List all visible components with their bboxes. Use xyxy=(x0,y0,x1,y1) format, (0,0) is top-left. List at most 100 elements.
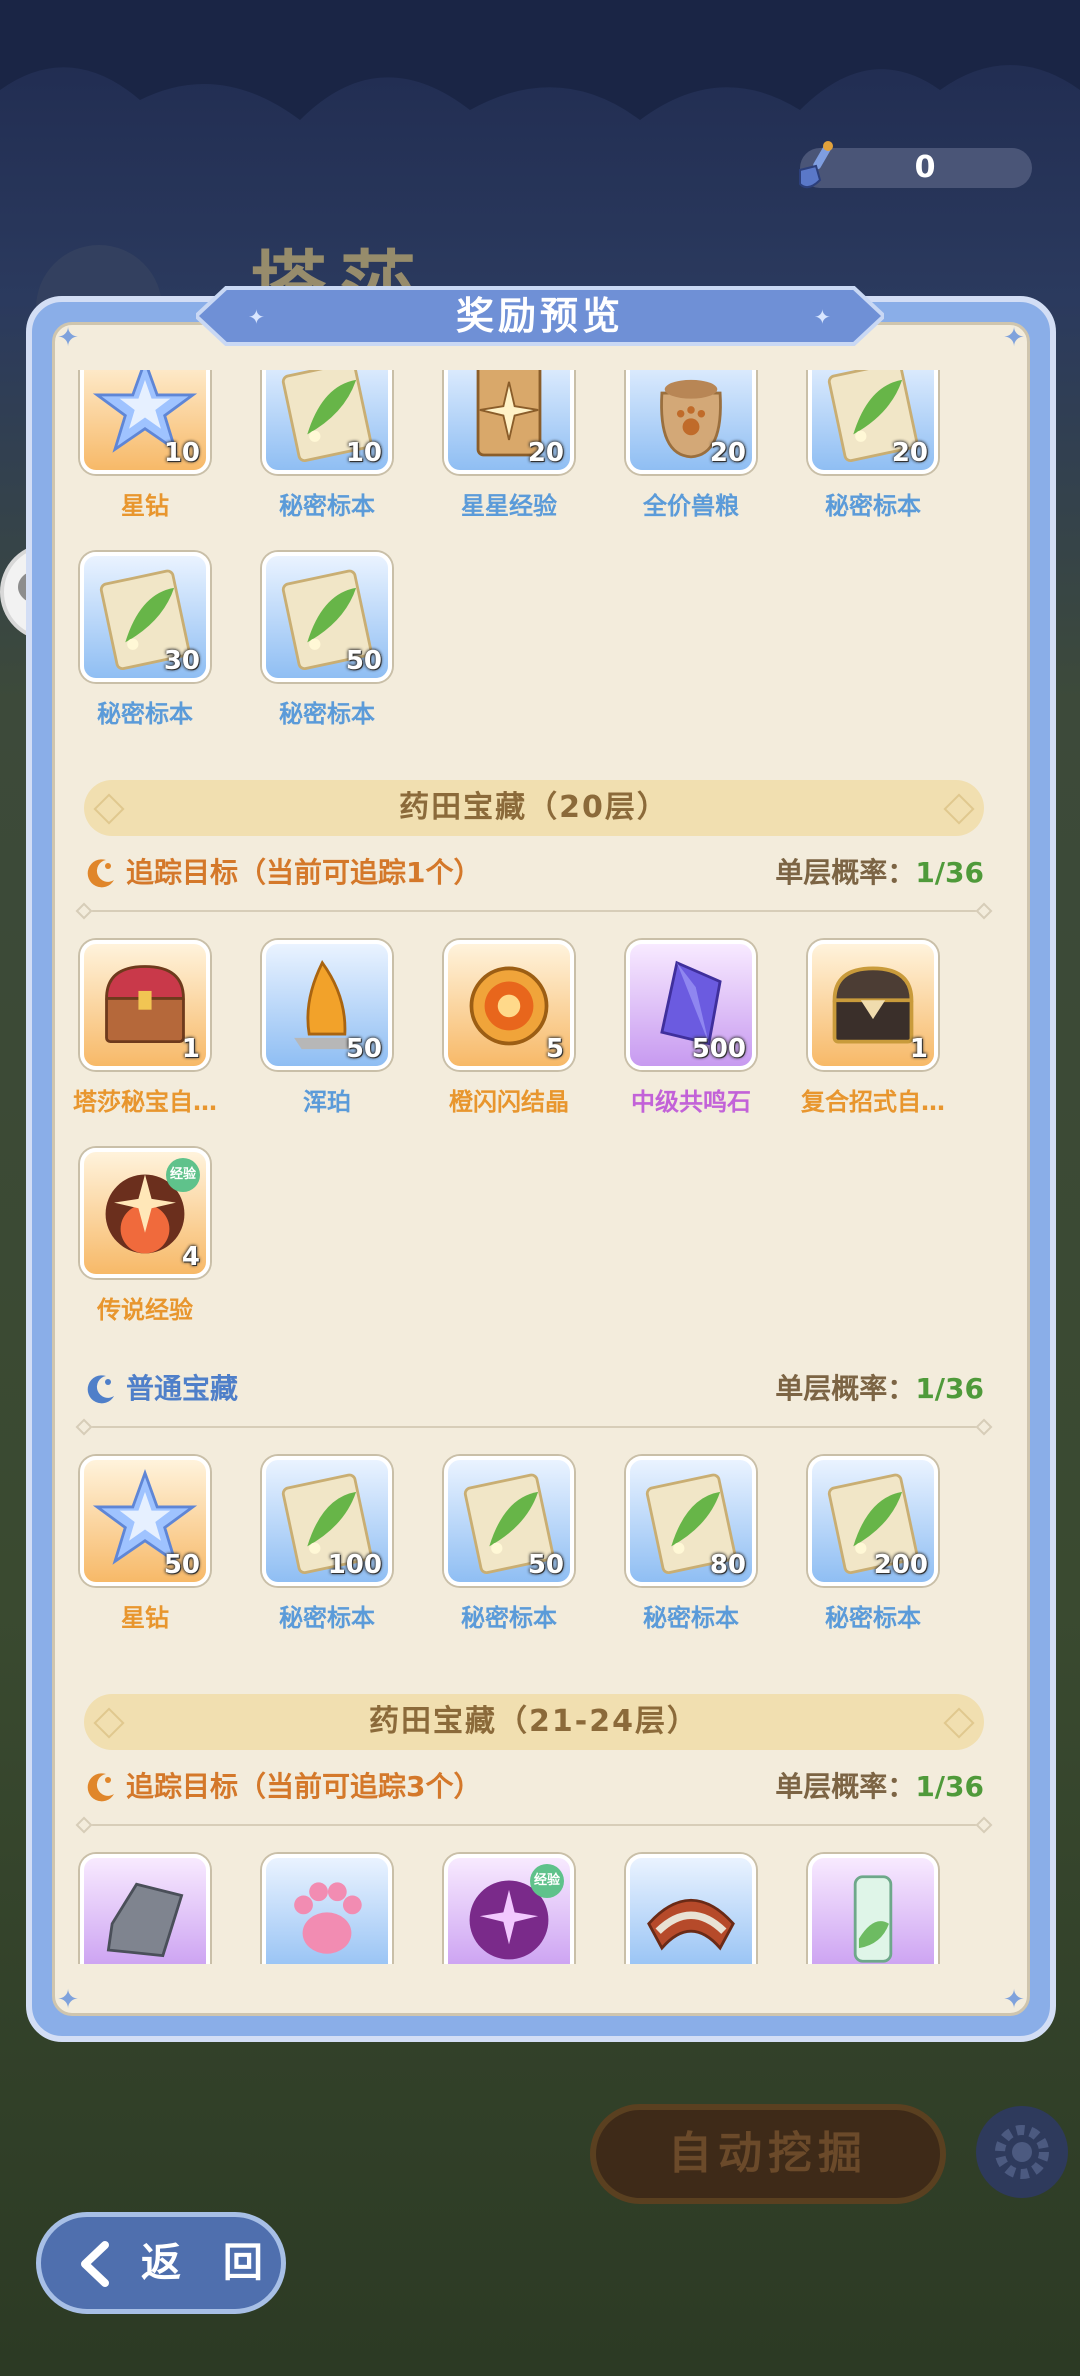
reward-tile[interactable] xyxy=(626,1854,756,1964)
reward-name: 复合招式自… xyxy=(801,1088,945,1116)
reward-tile[interactable]: 10 xyxy=(262,370,392,474)
dialog-title: 奖励预览 xyxy=(455,294,624,338)
reward-tile[interactable]: 20 xyxy=(626,370,756,474)
reward-count: 500 xyxy=(691,1034,746,1064)
scarf-icon xyxy=(647,1899,735,1951)
reward-tile[interactable]: 500 xyxy=(626,940,756,1070)
reward-name: 秘密标本 xyxy=(279,492,375,520)
probability-value: 1/36 xyxy=(915,1770,984,1803)
reward-tile[interactable] xyxy=(262,1854,392,1964)
probability-label: 单层概率： xyxy=(775,1770,916,1803)
paw-icon xyxy=(294,1882,362,1954)
settings-button[interactable] xyxy=(976,2106,1068,2198)
reward-tile[interactable]: 20 xyxy=(444,370,574,474)
probability-label: 单层概率： xyxy=(775,1372,916,1405)
reward-count: 4 xyxy=(181,1242,200,1272)
reward-name: 星钻 xyxy=(121,492,169,520)
reward-tile[interactable]: 200 xyxy=(808,1456,938,1586)
reward-count: 80 xyxy=(709,1550,746,1580)
back-chevron-icon xyxy=(81,2241,109,2287)
reward-count: 50 xyxy=(163,1550,200,1580)
divider xyxy=(84,1426,984,1428)
ingot-icon xyxy=(106,1882,184,1958)
background-scallop-curtain xyxy=(0,0,1080,120)
reward-count: 50 xyxy=(345,646,382,676)
reward-count: 5 xyxy=(545,1034,564,1064)
probability-value: 1/36 xyxy=(915,856,984,889)
shovel-count: 0 xyxy=(914,150,936,185)
reward-tile[interactable] xyxy=(808,1854,938,1964)
bottle-icon xyxy=(853,1875,893,1963)
reward-tile[interactable]: 50 xyxy=(444,1456,574,1586)
gear-icon xyxy=(995,2125,1049,2179)
back-button[interactable]: 返 回 xyxy=(36,2212,286,2314)
reward-count: 10 xyxy=(163,438,200,468)
probability-label: 单层概率： xyxy=(775,856,916,889)
reward-name: 中级共鸣石 xyxy=(631,1088,751,1116)
reward-name: 传说经验 xyxy=(97,1296,193,1324)
reward-name: 橙闪闪结晶 xyxy=(449,1088,569,1116)
reward-count: 200 xyxy=(873,1550,928,1580)
reward-name: 全价兽粮 xyxy=(643,492,739,520)
group-title: 追踪目标（当前可追踪3个） xyxy=(126,1770,482,1803)
probability: 单层概率：1/36 xyxy=(775,850,984,896)
reward-count: 20 xyxy=(891,438,928,468)
reward-count: 1 xyxy=(909,1034,928,1064)
reward-tile[interactable]: 1 xyxy=(80,940,210,1070)
reward-count: 20 xyxy=(527,438,564,468)
reward-name: 星星经验 xyxy=(461,492,557,520)
reward-count: 30 xyxy=(163,646,200,676)
reward-count: 10 xyxy=(345,438,382,468)
reward-tile[interactable] xyxy=(80,1854,210,1964)
reward-name: 浑珀 xyxy=(303,1088,351,1116)
shovel-icon xyxy=(799,141,833,189)
probability-value: 1/36 xyxy=(915,1372,984,1405)
reward-name: 秘密标本 xyxy=(279,1604,375,1632)
reward-tile[interactable]: 50 xyxy=(262,552,392,682)
reward-count: 20 xyxy=(709,438,746,468)
reward-tile[interactable]: 10 xyxy=(80,370,210,474)
corner-star-icon: ✦ xyxy=(57,1985,79,2015)
exp-badge: 经验 xyxy=(530,1864,564,1898)
section-title: 药田宝藏（20层） xyxy=(399,790,669,825)
reward-tile[interactable]: 50 xyxy=(262,940,392,1070)
corner-star-icon: ✦ xyxy=(1003,1985,1025,2015)
reward-count: 1 xyxy=(181,1034,200,1064)
probability: 单层概率：1/36 xyxy=(775,1764,984,1810)
reward-name: 星钻 xyxy=(121,1604,169,1632)
reward-list[interactable]: 10 星钻 10 秘密标本 20 星星经验 20 全价兽粮 20 秘密标本 30 秘密标本 50 秘密标本… xyxy=(60,370,1020,1964)
section-banner: 药田宝藏（20层） xyxy=(84,780,984,836)
reward-name: 秘密标本 xyxy=(279,700,375,728)
reward-tile[interactable]: 100 xyxy=(262,1456,392,1586)
reward-count: 50 xyxy=(527,1550,564,1580)
reward-tile[interactable]: 30 xyxy=(80,552,210,682)
back-label: 返 回 xyxy=(141,2240,277,2286)
auto-dig-button[interactable]: 自动挖掘 xyxy=(590,2104,946,2204)
moon-icon xyxy=(87,1375,114,1404)
reward-tile[interactable]: 经验 4 xyxy=(80,1148,210,1278)
moon-icon xyxy=(87,859,114,888)
reward-name: 秘密标本 xyxy=(643,1604,739,1632)
reward-name: 秘密标本 xyxy=(825,492,921,520)
reward-name: 塔莎秘宝自… xyxy=(73,1088,217,1116)
exp-badge: 经验 xyxy=(166,1158,200,1192)
corner-star-icon: ✦ xyxy=(57,323,79,353)
moon-icon xyxy=(87,1773,114,1802)
group-title: 普通宝藏 xyxy=(126,1372,239,1405)
reward-tile[interactable]: 20 xyxy=(808,370,938,474)
reward-name: 秘密标本 xyxy=(97,700,193,728)
divider xyxy=(84,1824,984,1826)
reward-tile[interactable]: 1 xyxy=(808,940,938,1070)
divider xyxy=(84,910,984,912)
reward-tile[interactable]: 经验 xyxy=(444,1854,574,1964)
reward-name: 秘密标本 xyxy=(461,1604,557,1632)
reward-tile[interactable]: 5 xyxy=(444,940,574,1070)
probability: 单层概率：1/36 xyxy=(775,1366,984,1412)
group-header: 追踪目标（当前可追踪1个） 单层概率：1/36 xyxy=(84,850,984,896)
corner-star-icon: ✦ xyxy=(1003,323,1025,353)
reward-count: 50 xyxy=(345,1034,382,1064)
group-header: 普通宝藏 单层概率：1/36 xyxy=(84,1366,984,1412)
group-title: 追踪目标（当前可追踪1个） xyxy=(126,856,482,889)
reward-tile[interactable]: 50 xyxy=(80,1456,210,1586)
reward-tile[interactable]: 80 xyxy=(626,1456,756,1586)
